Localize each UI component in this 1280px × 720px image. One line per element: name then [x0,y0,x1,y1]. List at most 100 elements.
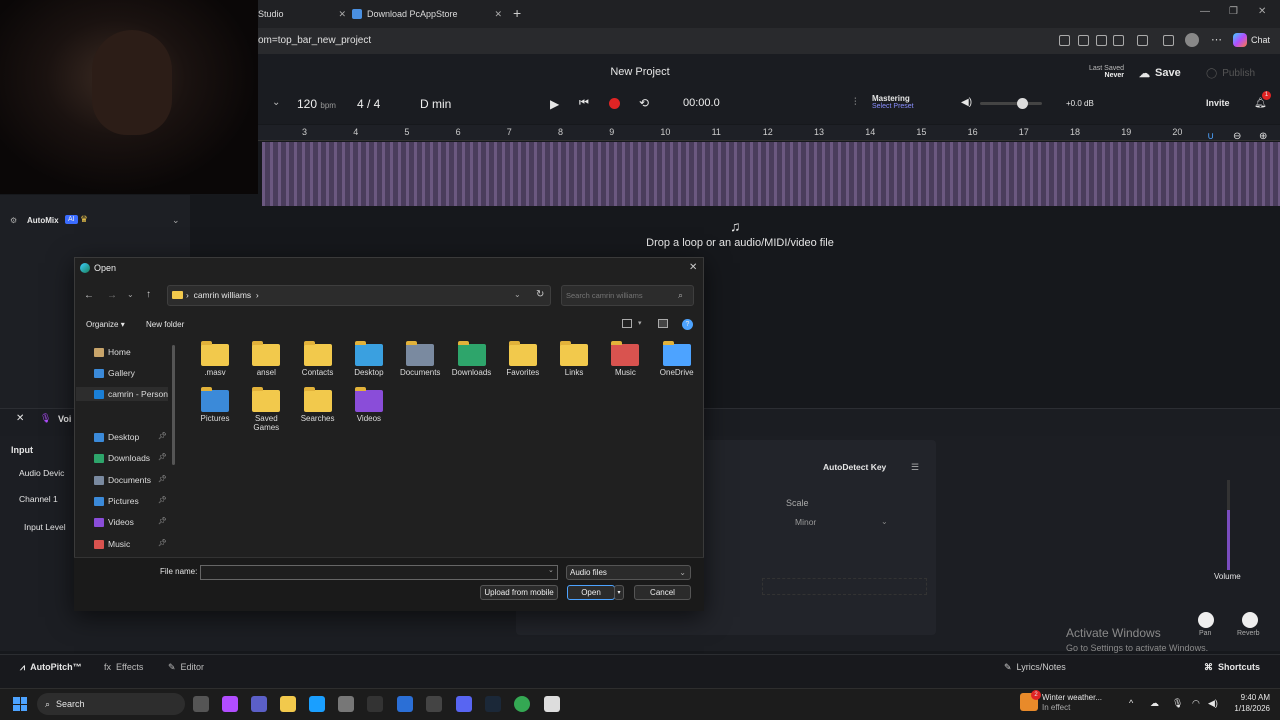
path-segment[interactable]: › camrin williams › [186,290,259,300]
nav-item[interactable]: Videos [94,515,134,529]
file-item[interactable]: Favorites [498,340,548,377]
reading-icon[interactable] [1113,35,1124,46]
copilot-chat-button[interactable]: Chat [1233,33,1270,47]
close-icon[interactable]: ✕ [16,413,24,424]
help-icon[interactable]: ? [682,319,693,330]
favorite-icon[interactable] [1096,35,1107,46]
search-input[interactable] [566,289,676,302]
midi-track-region[interactable] [262,142,1280,206]
store-icon[interactable] [338,696,354,712]
speaker-icon[interactable]: ◀) [1208,698,1218,709]
epic-games-icon[interactable] [367,696,383,712]
open-button[interactable]: Open [567,585,615,600]
volume-icon[interactable]: ◀) [961,97,972,108]
chevron-down-icon[interactable]: ⌄ [172,215,180,226]
zoom-in-icon[interactable]: ⊕ [1259,131,1267,142]
mic-tray-icon[interactable]: 🎙︎ [1172,698,1183,709]
wifi-icon[interactable]: ◠ [1192,698,1200,709]
settings-icon[interactable]: ☰ [911,462,919,473]
nav-item[interactable]: camrin - Person [76,387,168,401]
file-item[interactable]: Saved Games [241,386,291,432]
close-icon[interactable]: ✕ [494,9,502,20]
mastering-button[interactable]: Mastering Select Preset [872,94,914,110]
discord-icon[interactable] [456,696,472,712]
file-item[interactable]: Contacts [293,340,343,377]
view-dropdown-icon[interactable]: ▾ [638,319,642,327]
file-name-dropdown-icon[interactable]: ⌄ [548,566,554,574]
start-icon[interactable] [13,697,27,711]
file-item[interactable]: ansel [241,340,291,377]
preview-pane-icon[interactable] [658,319,668,328]
restore-icon[interactable]: ❐ [1229,6,1238,17]
app-icon-3[interactable] [544,696,560,712]
tab-pcappstore[interactable]: Download PcAppStore ✕ [352,2,502,26]
nav-item[interactable]: Home [94,345,131,359]
automix-label[interactable]: AutoMix [27,216,59,225]
file-item[interactable]: OneDrive [652,340,702,377]
loop-icon[interactable]: ⟲ [639,96,649,110]
key-selector[interactable]: D min [420,97,451,111]
file-item[interactable]: Desktop [344,340,394,377]
key-buttons[interactable] [762,578,927,595]
close-icon[interactable]: ✕ [338,9,346,20]
zoom-out-icon[interactable]: ⊖ [1233,131,1241,142]
shortcuts-button[interactable]: ⌘ Shortcuts [1204,662,1260,673]
file-item[interactable]: Pictures [190,386,240,423]
tab-studio[interactable]: Studio ✕ [258,2,346,26]
nav-item[interactable]: Downloads [94,451,150,465]
master-volume-knob[interactable] [1017,98,1028,109]
app-icon[interactable] [397,696,413,712]
pan-knob[interactable] [1198,612,1214,628]
save-button[interactable]: ☁ Save [1139,67,1181,80]
profile-avatar[interactable] [1185,33,1199,47]
file-item[interactable]: Documents [395,340,445,377]
file-item[interactable]: Searches [293,386,343,423]
bpm-control[interactable]: 120 bpm [297,97,336,111]
chrome-icon[interactable] [514,696,530,712]
drop-hint[interactable]: Drop a loop or an audio/MIDI/video file [560,237,920,249]
window-close-icon[interactable]: ✕ [1258,6,1266,17]
key-icon[interactable] [1059,35,1070,46]
autopitch-button[interactable]: ⩘ AutoPitch™ [20,662,82,673]
effects-button[interactable]: fx Effects [104,662,143,672]
url-input[interactable]: om=top_bar_new_project [258,35,371,46]
time-signature[interactable]: 4 / 4 [357,97,380,111]
path-dropdown-icon[interactable]: ⌄ [514,290,521,299]
nav-item[interactable]: Music [94,537,130,551]
upload-mobile-button[interactable]: Upload from mobile [480,585,558,600]
magnet-icon[interactable]: ∪ [1207,131,1214,142]
forward-icon[interactable]: → [107,290,117,301]
clock[interactable]: 9:40 AM 1/18/2026 [1230,692,1270,714]
play-icon[interactable]: ▶ [550,97,559,111]
favorites-icon[interactable] [1163,35,1174,46]
nav-item[interactable]: Pictures [94,494,139,508]
file-item[interactable]: Videos [344,386,394,423]
minimize-icon[interactable]: — [1200,6,1210,17]
back-icon[interactable]: ← [84,290,94,301]
task-view-icon[interactable] [193,696,209,712]
copilot-app-icon[interactable] [222,696,238,712]
nav-scrollbar[interactable] [172,345,175,465]
lyrics-button[interactable]: ✎ Lyrics/Notes [1004,662,1066,673]
file-item[interactable]: Links [549,340,599,377]
open-split-icon[interactable]: ▾ [614,585,624,600]
dialog-close-icon[interactable]: ✕ [689,262,697,273]
weather-widget[interactable]: Winter weather... In effect [1042,693,1102,713]
rewind-icon[interactable]: ⏮ [579,97,589,110]
publish-button[interactable]: ◯ Publish [1206,68,1255,79]
autodetect-key[interactable]: AutoDetect Key [823,462,886,472]
file-item[interactable]: Music [600,340,650,377]
file-item[interactable]: .masv [190,340,240,377]
editor-button[interactable]: ✎ Editor [168,662,204,673]
chevron-down-icon[interactable]: ⌄ [272,97,280,108]
reverb-knob[interactable] [1242,612,1258,628]
cancel-button[interactable]: Cancel [634,585,691,600]
record-icon[interactable] [609,98,620,109]
file-explorer-icon[interactable] [280,696,296,712]
recent-dropdown-icon[interactable]: ⌄ [127,290,134,299]
file-name-input[interactable] [200,565,558,580]
nav-item[interactable]: Desktop [94,430,139,444]
extensions-icon[interactable] [1137,35,1148,46]
new-folder-button[interactable]: New folder [146,320,184,329]
app-icon-2[interactable] [426,696,442,712]
